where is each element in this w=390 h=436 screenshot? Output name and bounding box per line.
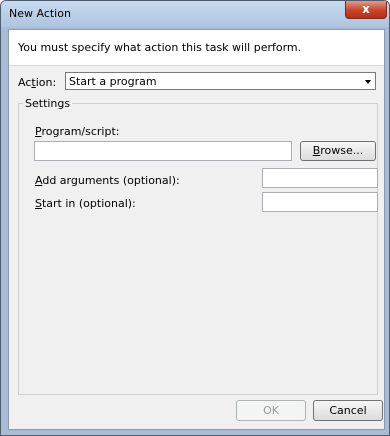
browse-button[interactable]: Browse... [300,141,376,161]
action-select-value: Start a program [69,75,157,88]
settings-group-title: Settings [23,97,73,110]
close-button[interactable]: x [345,1,387,19]
header-panel: You must specify what action this task w… [9,30,384,66]
start-in-input[interactable] [262,192,378,212]
close-icon: x [362,2,370,16]
cancel-button[interactable]: Cancel [313,400,383,421]
start-in-label: Start in (optional): [35,197,136,210]
program-script-label: Program/script: [35,125,120,138]
program-script-input[interactable] [34,141,292,161]
add-arguments-label: Add arguments (optional): [35,174,180,187]
new-action-dialog: New Action x You must specify what actio… [0,0,390,436]
chevron-down-icon [365,80,371,84]
dialog-client-area: You must specify what action this task w… [8,29,385,430]
instruction-text: You must specify what action this task w… [18,41,302,54]
window-title: New Action [9,7,71,20]
action-select[interactable]: Start a program [65,72,376,90]
add-arguments-input[interactable] [262,168,378,188]
action-label: Action: [18,76,57,89]
title-bar[interactable]: New Action x [1,1,389,27]
ok-button[interactable]: OK [236,400,306,421]
